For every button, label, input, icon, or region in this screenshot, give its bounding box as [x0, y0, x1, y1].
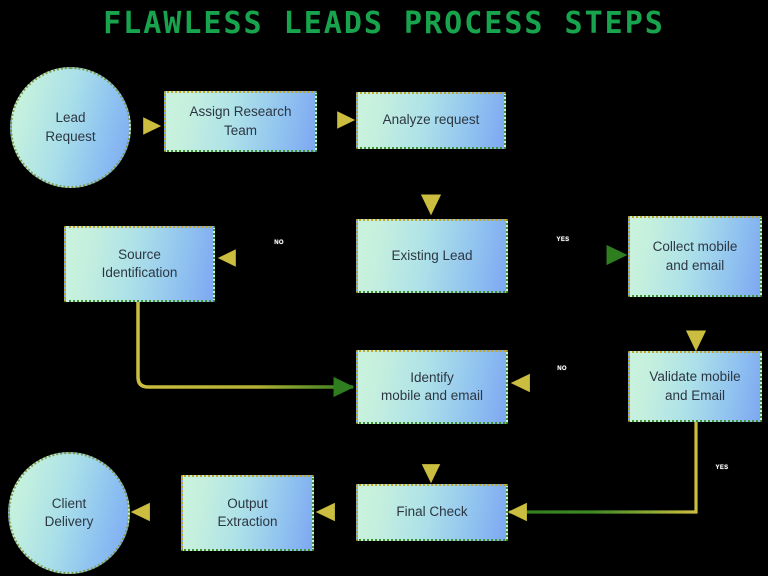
edge-label-no-validate: NO	[557, 366, 567, 372]
node-output-extraction-label: Output Extraction	[217, 495, 278, 529]
edge-label-yes-validate: YES	[715, 465, 729, 471]
page-title: FLAWLESS LEADS PROCESS STEPS	[103, 6, 665, 41]
edge-label-no-existing: NO	[274, 240, 284, 246]
node-lead-request[interactable]: Lead Request	[10, 67, 131, 188]
node-validate-mobile-email-label: Validate mobile and Email	[649, 369, 741, 403]
node-lead-request-label: Lead Request	[45, 110, 96, 144]
node-client-delivery-label: Client Delivery	[44, 495, 94, 529]
node-output-extraction[interactable]: Output Extraction	[181, 475, 314, 551]
node-identify-mobile-email-label: Identify mobile and email	[380, 369, 484, 403]
edge-validate-to-final	[507, 420, 698, 522]
flowchart-canvas: FLAWLESS LEADS PROCESS STEPS NO YES NO Y…	[0, 0, 768, 576]
node-collect-mobile-email-label: Collect mobile and email	[652, 239, 738, 273]
node-assign-research-team-label: Assign Research Team	[189, 104, 292, 138]
node-analyze-request-label: Analyze request	[382, 112, 480, 128]
node-analyze-request[interactable]: Analyze request	[356, 92, 506, 149]
node-validate-mobile-email[interactable]: Validate mobile and Email	[628, 351, 762, 422]
node-collect-mobile-email[interactable]: Collect mobile and email	[628, 216, 762, 297]
node-final-check-label: Final Check	[396, 504, 468, 520]
edge-label-yes-existing: YES	[556, 237, 570, 243]
node-existing-lead[interactable]: Existing Lead	[356, 219, 508, 293]
node-client-delivery[interactable]: Client Delivery	[8, 452, 130, 574]
node-existing-lead-label: Existing Lead	[391, 247, 473, 263]
node-assign-research-team[interactable]: Assign Research Team	[164, 91, 317, 152]
node-identify-mobile-email[interactable]: Identify mobile and email	[356, 350, 508, 424]
node-source-identification[interactable]: Source Identification	[64, 226, 215, 302]
node-source-identification-label: Source Identification	[101, 246, 178, 280]
node-final-check[interactable]: Final Check	[356, 484, 508, 541]
edge-source-to-identify	[136, 302, 355, 398]
